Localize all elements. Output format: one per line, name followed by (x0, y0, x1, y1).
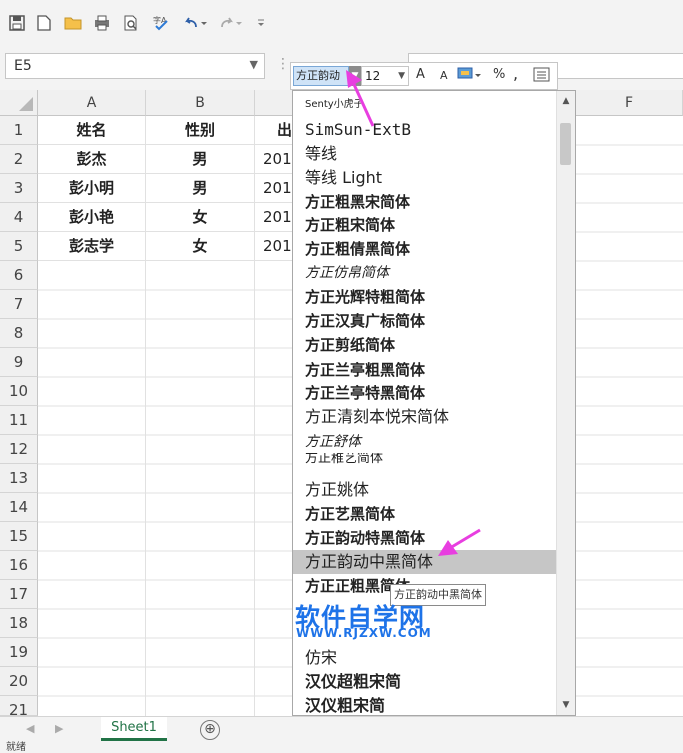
undo-icon[interactable] (180, 12, 210, 34)
row-header[interactable]: 7 (0, 290, 38, 319)
spelling-check-icon[interactable]: 字A (150, 12, 172, 34)
row-header[interactable]: 2 (0, 145, 38, 174)
font-option[interactable]: 方正兰亭特黑简体 (293, 381, 557, 405)
scroll-thumb[interactable] (560, 123, 571, 165)
watermark-url: WWW.RJZXW.COM (296, 626, 432, 640)
row-header[interactable]: 11 (0, 406, 38, 435)
name-box[interactable]: E5 ▼ (5, 53, 265, 79)
font-option[interactable]: 方正仿帛简体 (293, 261, 557, 285)
font-option[interactable]: Senty小虎子 (293, 93, 557, 117)
row-header[interactable]: 3 (0, 174, 38, 203)
font-option[interactable]: 方正清刻本悦宋简体 (293, 405, 557, 429)
customize-icon[interactable] (250, 12, 272, 34)
comma-style-icon[interactable]: , (513, 64, 518, 83)
row-header[interactable]: 16 (0, 551, 38, 580)
row-header[interactable]: 12 (0, 435, 38, 464)
shrink-font-icon[interactable]: A (440, 69, 448, 82)
tab-prev-icon[interactable]: ◀ (26, 722, 34, 735)
name-box-value: E5 (14, 58, 32, 74)
font-option[interactable]: 方正粗黑宋简体 (293, 190, 557, 214)
row-header[interactable]: 14 (0, 493, 38, 522)
add-sheet-button[interactable]: ⊕ (200, 720, 220, 740)
chevron-down-icon[interactable]: ▼ (398, 67, 405, 85)
scroll-up-icon[interactable]: ▲ (557, 93, 575, 109)
annotation-arrow-icon (346, 70, 375, 127)
row-header[interactable]: 8 (0, 319, 38, 348)
font-option[interactable]: 仿宋 (293, 646, 557, 670)
font-option[interactable]: 方正舒体 (293, 430, 557, 454)
row-header[interactable]: 19 (0, 638, 38, 667)
font-option[interactable]: 等线 Light (293, 166, 557, 190)
font-option[interactable]: 汉仪超粗宋简 (293, 670, 557, 694)
format-painter-icon[interactable] (457, 66, 483, 88)
grow-font-icon[interactable]: A (416, 67, 425, 82)
row-header[interactable]: 6 (0, 261, 38, 290)
sheet-tab-sheet1[interactable]: Sheet1 (101, 717, 167, 741)
row-header[interactable]: 10 (0, 377, 38, 406)
new-document-icon[interactable] (33, 12, 55, 34)
quick-access-toolbar: 字A (0, 0, 683, 47)
row-header[interactable]: 21 (0, 696, 38, 719)
font-option[interactable]: 方正剪纸简体 (293, 333, 557, 357)
open-folder-icon[interactable] (62, 12, 84, 34)
select-all-corner[interactable] (0, 90, 38, 116)
font-option[interactable]: 汉仪粗宋简 (293, 694, 557, 715)
redo-icon[interactable] (216, 12, 246, 34)
font-option[interactable]: SimSun-ExtB (293, 118, 557, 142)
font-option[interactable]: 方正粗宋简体 (293, 213, 557, 237)
scroll-down-icon[interactable]: ▼ (557, 697, 575, 713)
column-header-a[interactable]: A (38, 90, 146, 116)
row-header[interactable]: 18 (0, 609, 38, 638)
row-header[interactable]: 20 (0, 667, 38, 696)
annotation-arrow-icon (438, 528, 481, 556)
tab-next-icon[interactable]: ▶ (55, 722, 63, 735)
print-preview-icon[interactable] (91, 12, 113, 34)
column-header-c[interactable] (255, 90, 295, 116)
more-dots-icon: ⋮ (276, 56, 290, 72)
row-header[interactable]: 1 (0, 116, 38, 145)
font-option[interactable]: 方正光辉特粗简体 (293, 285, 557, 309)
font-option[interactable]: 方正汉真广标简体 (293, 309, 557, 333)
chevron-down-icon[interactable]: ▼ (250, 58, 258, 71)
font-option[interactable]: 方正韵动特黑简体 (293, 526, 557, 550)
print-icon[interactable] (120, 12, 142, 34)
column-header-f[interactable]: F (576, 90, 683, 116)
percent-style-icon[interactable]: % (493, 67, 505, 82)
font-option[interactable]: 方正兰亭粗黑简体 (293, 358, 557, 382)
row-header[interactable]: 5 (0, 232, 38, 261)
sheet-tab-bar: ◀ ▶ Sheet1 ⊕ (0, 716, 683, 743)
font-option-selected[interactable]: 方正韵动中黑简体 (293, 550, 557, 574)
font-option[interactable]: 等线 (293, 142, 557, 166)
merge-center-icon[interactable] (533, 66, 551, 88)
font-option[interactable]: 方正稚艺简体 (293, 453, 557, 465)
save-icon[interactable] (6, 12, 28, 34)
font-option[interactable]: 方正姚体 (293, 478, 557, 502)
font-option[interactable]: 方正粗倩黑简体 (293, 237, 557, 261)
column-header-b[interactable]: B (146, 90, 255, 116)
mini-toolbar: 方正韵动 ▼ 12 ▼ A A % , (290, 62, 558, 90)
row-header[interactable]: 13 (0, 464, 38, 493)
row-header[interactable]: 9 (0, 348, 38, 377)
font-option[interactable]: 方正艺黑简体 (293, 502, 557, 526)
row-header[interactable]: 4 (0, 203, 38, 232)
row-header[interactable]: 15 (0, 522, 38, 551)
font-list-scrollbar[interactable]: ▲ ▼ (556, 91, 575, 715)
row-header[interactable]: 17 (0, 580, 38, 609)
status-bar: 就绪 (0, 742, 683, 753)
